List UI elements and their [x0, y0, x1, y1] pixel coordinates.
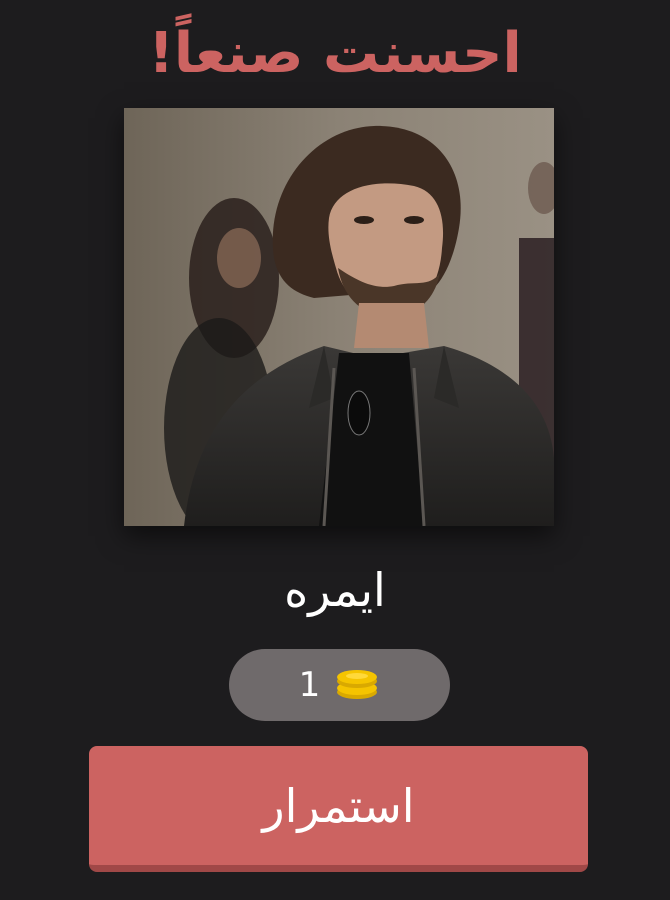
coin-count: 1	[298, 665, 321, 705]
coin-reward-badge: 1	[229, 649, 450, 721]
portrait-illustration	[124, 108, 554, 526]
success-title: !احسنت صنعاً	[148, 21, 522, 86]
answer-text: ايمره	[284, 563, 386, 617]
coin-stack-icon	[334, 666, 380, 704]
continue-button[interactable]: استمرار	[89, 746, 588, 872]
answer-photo	[124, 108, 554, 526]
